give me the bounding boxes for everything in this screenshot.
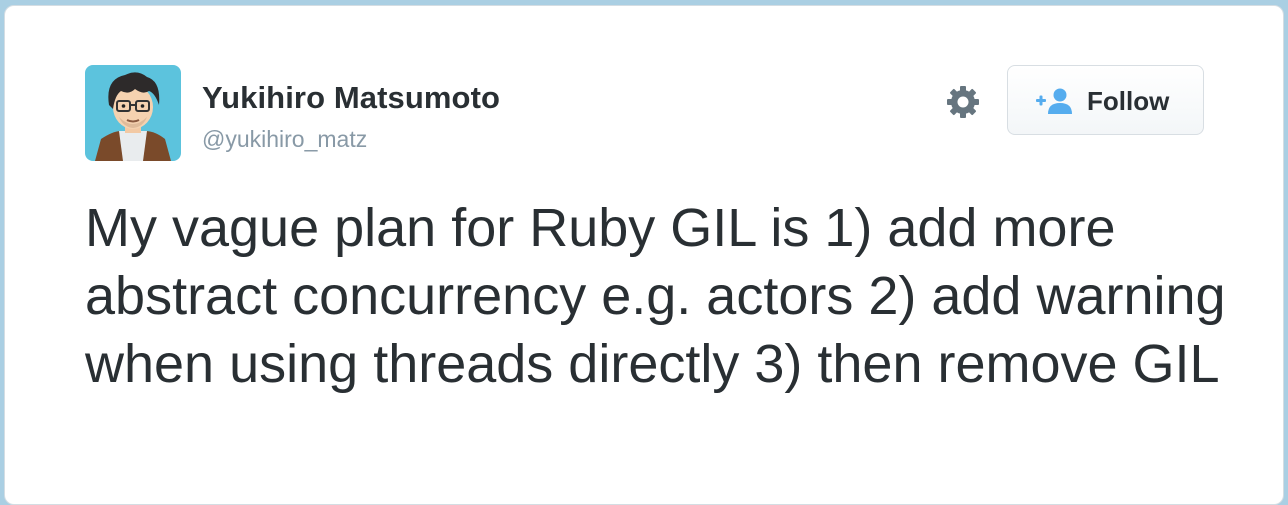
author-avatar[interactable] bbox=[85, 65, 181, 161]
gear-icon[interactable] bbox=[943, 82, 983, 122]
author-handle[interactable]: @yukihiro_matz bbox=[202, 126, 367, 153]
tweet-text: My vague plan for Ruby GIL is 1) add mor… bbox=[85, 198, 1226, 394]
add-user-icon bbox=[1036, 88, 1072, 114]
follow-button[interactable]: Follow bbox=[1007, 65, 1204, 135]
avatar-illustration-icon bbox=[85, 65, 181, 161]
author-display-name[interactable]: Yukihiro Matsumoto bbox=[202, 80, 500, 116]
tweet-card: Yukihiro Matsumoto @yukihiro_matz Follow… bbox=[4, 5, 1284, 505]
follow-button-label: Follow bbox=[1087, 86, 1170, 116]
